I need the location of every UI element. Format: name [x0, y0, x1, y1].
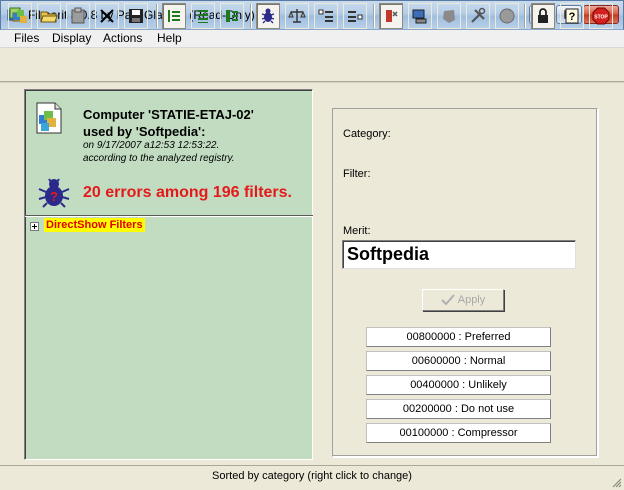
menu-help[interactable]: Help: [153, 31, 186, 45]
merit-option-compressor[interactable]: 00100000 : Compressor: [366, 423, 551, 443]
error-bug-icon: ?: [38, 178, 70, 208]
merit-option-preferred[interactable]: 00800000 : Preferred: [366, 327, 551, 347]
toolbar-list-view-button[interactable]: [162, 3, 186, 29]
paste-icon: [71, 7, 85, 24]
monitor-icon: [412, 9, 427, 24]
menu-actions[interactable]: Actions: [99, 31, 146, 45]
toolbar: [0, 48, 624, 82]
computer-user: used by 'Softpedia':: [83, 124, 206, 139]
balance-icon: [288, 9, 306, 23]
stop-icon: STOP: [592, 7, 610, 25]
toolbar-separator: [250, 4, 252, 28]
toolbar-filter-list-button[interactable]: [343, 3, 367, 29]
sort-list-icon: [318, 9, 333, 22]
computer-name: Computer 'STATIE-ETAJ-02': [83, 107, 254, 122]
svg-text:STOP: STOP: [594, 15, 608, 21]
list-view-3-icon: [226, 10, 238, 22]
merit-option-do-not-use[interactable]: 00200000 : Do not use: [366, 399, 551, 419]
analysis-date: on 9/17/2007 a12:53 12:53:22.: [83, 140, 220, 151]
toolbar-lock-button[interactable]: [531, 3, 555, 29]
list-view-icon: [168, 10, 180, 22]
status-text: Sorted by category (right click to chang…: [212, 470, 412, 482]
wizard-icon: [13, 10, 27, 23]
merit-field[interactable]: Softpedia: [342, 240, 576, 269]
toolbar-cross-button[interactable]: [95, 3, 119, 29]
merit-label: Merit:: [343, 225, 371, 237]
lock-icon: [538, 8, 548, 23]
tree-node-directshow-filters[interactable]: DirectShow Filters: [44, 218, 145, 232]
help-icon: ?: [565, 8, 579, 24]
toolbar-circle-button[interactable]: [495, 3, 519, 29]
checkmark-icon: [441, 294, 455, 306]
computer-icon: [36, 102, 62, 134]
analysis-source: according to the analyzed registry.: [83, 153, 235, 164]
toolbar-sort-list-button[interactable]: [314, 3, 338, 29]
toolbar-stop-button[interactable]: STOP: [589, 3, 613, 29]
toolbar-open-button[interactable]: [37, 3, 61, 29]
toolbar-separator: [156, 4, 158, 28]
cross-icon: [100, 9, 114, 23]
category-label: Category:: [343, 128, 391, 140]
menu-display[interactable]: Display: [48, 31, 95, 45]
toolbar-list-view-2-button[interactable]: [191, 3, 215, 29]
toolbar-paste-button[interactable]: [66, 3, 90, 29]
merit-option-normal[interactable]: 00600000 : Normal: [366, 351, 551, 371]
toolbar-blob-button[interactable]: [437, 3, 461, 29]
errors-summary: 20 errors among 196 filters.: [83, 184, 292, 201]
toolbar-delete-button[interactable]: [379, 3, 403, 29]
toolbar-separator: [373, 4, 375, 28]
blob-icon: [443, 10, 455, 23]
save-icon: [129, 9, 143, 23]
apply-label: Apply: [457, 294, 486, 306]
filter-list-icon: [348, 11, 363, 22]
list-view-2-icon: [198, 10, 208, 23]
apply-button[interactable]: Apply: [422, 289, 504, 311]
toolbar-separator: [524, 4, 526, 28]
folder-icon: [40, 11, 58, 23]
toolbar-bug-button[interactable]: [256, 3, 280, 29]
filter-label: Filter:: [343, 168, 371, 180]
resize-grip-icon[interactable]: [611, 477, 622, 488]
toolbar-save-button[interactable]: [124, 3, 148, 29]
toolbar-list-view-3-button[interactable]: [220, 3, 244, 29]
menu-files[interactable]: Files: [10, 31, 43, 45]
toolbar-wizard-button[interactable]: [8, 3, 32, 29]
panel-divider: [25, 215, 313, 217]
tools-icon: [471, 7, 486, 23]
tree-expand-toggle[interactable]: [30, 222, 39, 231]
bug-icon: [261, 8, 275, 24]
merit-option-unlikely[interactable]: 00400000 : Unlikely: [366, 375, 551, 395]
toolbar-monitor-button[interactable]: [408, 3, 432, 29]
toolbar-tools-button[interactable]: [466, 3, 490, 29]
circle-icon: [499, 8, 515, 24]
toolbar-balance-button[interactable]: [285, 3, 309, 29]
toolbar-help-button[interactable]: ?: [560, 3, 584, 29]
delete-icon: [386, 10, 398, 22]
svg-text:?: ?: [50, 189, 58, 204]
svg-text:?: ?: [569, 11, 576, 23]
